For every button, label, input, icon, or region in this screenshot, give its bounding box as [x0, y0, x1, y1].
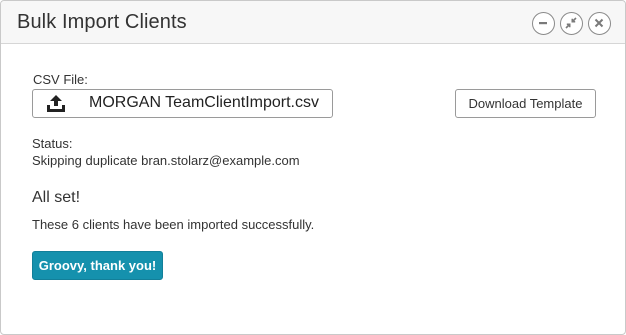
- upload-icon: [47, 95, 65, 112]
- csv-file-label: CSV File:: [33, 72, 88, 87]
- result-heading: All set!: [32, 189, 81, 206]
- csv-file-input[interactable]: MORGAN TeamClientImport.csv: [32, 89, 333, 118]
- bulk-import-dialog: Bulk Import Clients CSV File: MORGAN Tea…: [0, 0, 626, 335]
- minimize-button[interactable]: [532, 12, 555, 35]
- result-message: These 6 clients have been imported succe…: [32, 217, 315, 232]
- compress-arrows-icon: [565, 17, 577, 29]
- restore-button[interactable]: [560, 12, 583, 35]
- status-text: Skipping duplicate bran.stolarz@example.…: [32, 153, 300, 168]
- confirm-button[interactable]: Groovy, thank you!: [32, 251, 163, 280]
- status-label: Status:: [32, 136, 73, 151]
- dialog-titlebar: Bulk Import Clients: [1, 1, 625, 44]
- close-button[interactable]: [588, 12, 611, 35]
- minus-circle-icon: [539, 22, 547, 25]
- csv-file-name: MORGAN TeamClientImport.csv: [89, 94, 319, 111]
- dialog-title: Bulk Import Clients: [17, 11, 187, 33]
- download-template-button[interactable]: Download Template: [455, 89, 596, 118]
- x-circle-icon: [594, 18, 604, 28]
